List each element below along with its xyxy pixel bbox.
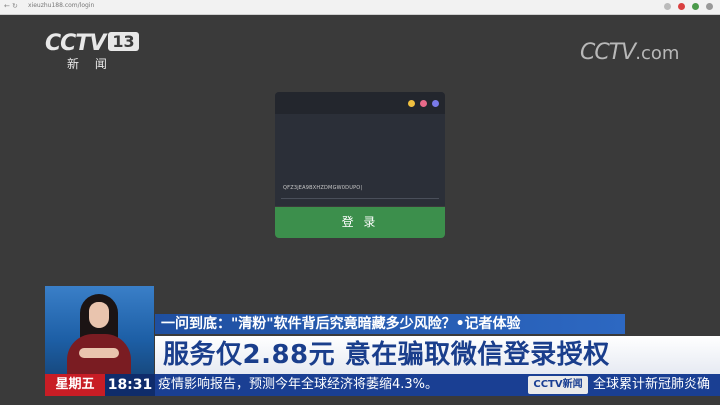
news-ticker: 星期五 18:31 疫情影响报告，预测今年全球经济将萎缩4.3%。 CCTV新闻… [45,374,720,396]
back-arrow-icon[interactable]: ← [4,2,10,10]
shield-icon[interactable] [692,3,699,10]
ticker-logo: CCTV新闻 [528,376,588,394]
token-input[interactable]: QFZ3jEA9BXHZDMGW0DUPO| [283,185,362,191]
qr-panel: QFZ3jEA9BXHZDMGW0DUPO| [275,92,445,206]
channel-subtitle: 新 闻 [67,57,113,71]
channel-logo: CCTV 13 新 闻 [45,31,139,71]
anchor-hands [79,348,119,358]
caption-headline: 一问到底："清粉"软件背后究竟暗藏多少风险？•记者体验 [155,314,625,334]
yellow-dot-icon [408,100,415,107]
anchor-face [89,302,109,328]
weekday-label: 星期五 [45,374,105,396]
caption-main: 服务仅2.88元 意在骗取微信登录授权 [155,336,720,374]
login-card: QFZ3jEA9BXHZDMGW0DUPO| 登 录 [275,92,445,238]
corner-brand: CCTV [580,40,636,65]
token-underline [281,198,439,199]
reload-icon[interactable]: ↻ [12,2,18,10]
browser-toolbar: ← ↻ xieuzhu188.com/login [0,0,720,15]
login-button[interactable]: 登 录 [275,207,445,238]
card-header [275,92,445,114]
extension-icon[interactable] [678,3,685,10]
star-icon[interactable] [664,3,671,10]
channel-number: 13 [108,32,139,51]
corner-suffix: .com [635,43,680,64]
purple-dot-icon [432,100,439,107]
corner-logo: CCTV.com [580,40,679,65]
menu-icon[interactable] [706,3,713,10]
clock: 18:31 [105,374,155,396]
ticker-news-left: 疫情影响报告，预测今年全球经济将萎缩4.3%。 [158,377,439,392]
address-bar[interactable]: xieuzhu188.com/login [28,2,94,9]
channel-brand: CCTV [45,31,106,56]
pink-dot-icon [420,100,427,107]
news-anchor-video [45,286,154,375]
ticker-news-right: 全球累计新冠肺炎确 [593,377,711,392]
